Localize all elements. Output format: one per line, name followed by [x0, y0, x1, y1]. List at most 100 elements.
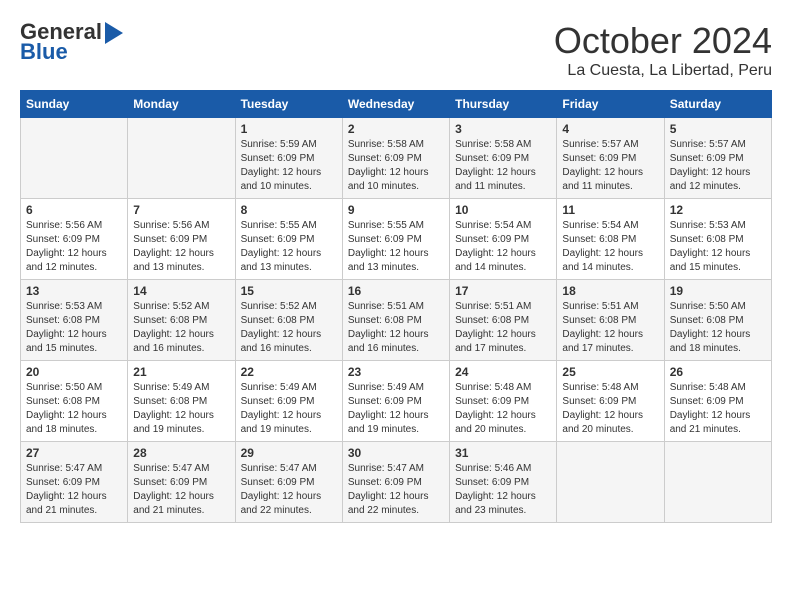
calendar-cell: 4 Sunrise: 5:57 AMSunset: 6:09 PMDaylight…	[557, 118, 664, 199]
calendar-cell: 1 Sunrise: 5:59 AMSunset: 6:09 PMDaylight…	[235, 118, 342, 199]
calendar-cell: 30Sunrise: 5:47 AMSunset: 6:09 PMDayligh…	[342, 442, 449, 523]
calendar-cell: 3 Sunrise: 5:58 AMSunset: 6:09 PMDaylight…	[450, 118, 557, 199]
day-info: Sunrise: 5:48 AMSunset: 6:09 PMDaylight:…	[562, 381, 658, 437]
day-number: 8	[241, 203, 337, 217]
calendar-week-4: 20Sunrise: 5:50 AMSunset: 6:08 PMDayligh…	[21, 361, 772, 442]
day-info: Sunrise: 5:59 AMSunset: 6:09 PMDaylight:…	[241, 138, 337, 194]
calendar-cell: 12 Sunrise: 5:53 AMSunset: 6:08 PMDayligh…	[664, 199, 771, 280]
header-monday: Monday	[128, 91, 235, 118]
calendar-cell: 11 Sunrise: 5:54 AMSunset: 6:08 PMDayligh…	[557, 199, 664, 280]
calendar-week-2: 6 Sunrise: 5:56 AMSunset: 6:09 PMDaylight…	[21, 199, 772, 280]
calendar-cell: 18Sunrise: 5:51 AMSunset: 6:08 PMDayligh…	[557, 280, 664, 361]
day-number: 11	[562, 203, 658, 217]
day-number: 24	[455, 365, 551, 379]
day-number: 6	[26, 203, 122, 217]
day-number: 4	[562, 122, 658, 136]
calendar-cell: 25Sunrise: 5:48 AMSunset: 6:09 PMDayligh…	[557, 361, 664, 442]
calendar-cell	[21, 118, 128, 199]
day-info: Sunrise: 5:53 AMSunset: 6:08 PMDaylight:…	[670, 219, 766, 275]
day-number: 18	[562, 284, 658, 298]
calendar-cell: 5 Sunrise: 5:57 AMSunset: 6:09 PMDaylight…	[664, 118, 771, 199]
day-info: Sunrise: 5:53 AMSunset: 6:08 PMDaylight:…	[26, 300, 122, 356]
day-info: Sunrise: 5:55 AMSunset: 6:09 PMDaylight:…	[241, 219, 337, 275]
day-info: Sunrise: 5:49 AMSunset: 6:08 PMDaylight:…	[133, 381, 229, 437]
calendar-cell: 29Sunrise: 5:47 AMSunset: 6:09 PMDayligh…	[235, 442, 342, 523]
day-info: Sunrise: 5:48 AMSunset: 6:09 PMDaylight:…	[455, 381, 551, 437]
calendar-cell: 10 Sunrise: 5:54 AMSunset: 6:09 PMDayligh…	[450, 199, 557, 280]
day-info: Sunrise: 5:51 AMSunset: 6:08 PMDaylight:…	[455, 300, 551, 356]
calendar-cell: 31 Sunrise: 5:46 AMSunset: 6:09 PMDayligh…	[450, 442, 557, 523]
calendar-cell: 28 Sunrise: 5:47 AMSunset: 6:09 PMDayligh…	[128, 442, 235, 523]
day-number: 28	[133, 446, 229, 460]
logo-arrow-icon	[105, 22, 123, 44]
calendar-cell: 6 Sunrise: 5:56 AMSunset: 6:09 PMDaylight…	[21, 199, 128, 280]
calendar-cell: 7 Sunrise: 5:56 AMSunset: 6:09 PMDaylight…	[128, 199, 235, 280]
day-info: Sunrise: 5:52 AMSunset: 6:08 PMDaylight:…	[241, 300, 337, 356]
calendar-cell: 24 Sunrise: 5:48 AMSunset: 6:09 PMDayligh…	[450, 361, 557, 442]
logo-text-blue: Blue	[20, 40, 68, 64]
day-info: Sunrise: 5:54 AMSunset: 6:08 PMDaylight:…	[562, 219, 658, 275]
day-number: 12	[670, 203, 766, 217]
day-info: Sunrise: 5:56 AMSunset: 6:09 PMDaylight:…	[133, 219, 229, 275]
calendar-cell: 15Sunrise: 5:52 AMSunset: 6:08 PMDayligh…	[235, 280, 342, 361]
calendar-cell: 13 Sunrise: 5:53 AMSunset: 6:08 PMDayligh…	[21, 280, 128, 361]
day-number: 19	[670, 284, 766, 298]
calendar-week-3: 13 Sunrise: 5:53 AMSunset: 6:08 PMDayligh…	[21, 280, 772, 361]
day-number: 14	[133, 284, 229, 298]
calendar-cell: 22 Sunrise: 5:49 AMSunset: 6:09 PMDayligh…	[235, 361, 342, 442]
calendar-cell: 26 Sunrise: 5:48 AMSunset: 6:09 PMDayligh…	[664, 361, 771, 442]
day-number: 22	[241, 365, 337, 379]
day-number: 5	[670, 122, 766, 136]
day-number: 17	[455, 284, 551, 298]
day-number: 9	[348, 203, 444, 217]
calendar-cell: 16Sunrise: 5:51 AMSunset: 6:08 PMDayligh…	[342, 280, 449, 361]
day-info: Sunrise: 5:54 AMSunset: 6:09 PMDaylight:…	[455, 219, 551, 275]
day-info: Sunrise: 5:48 AMSunset: 6:09 PMDaylight:…	[670, 381, 766, 437]
header-sunday: Sunday	[21, 91, 128, 118]
day-number: 23	[348, 365, 444, 379]
day-number: 2	[348, 122, 444, 136]
day-number: 7	[133, 203, 229, 217]
day-info: Sunrise: 5:58 AMSunset: 6:09 PMDaylight:…	[348, 138, 444, 194]
logo: General Blue	[20, 20, 123, 64]
calendar-cell: 2 Sunrise: 5:58 AMSunset: 6:09 PMDaylight…	[342, 118, 449, 199]
day-info: Sunrise: 5:57 AMSunset: 6:09 PMDaylight:…	[670, 138, 766, 194]
day-number: 26	[670, 365, 766, 379]
day-info: Sunrise: 5:50 AMSunset: 6:08 PMDaylight:…	[26, 381, 122, 437]
header-thursday: Thursday	[450, 91, 557, 118]
calendar-cell: 21Sunrise: 5:49 AMSunset: 6:08 PMDayligh…	[128, 361, 235, 442]
calendar-cell: 27Sunrise: 5:47 AMSunset: 6:09 PMDayligh…	[21, 442, 128, 523]
day-info: Sunrise: 5:56 AMSunset: 6:09 PMDaylight:…	[26, 219, 122, 275]
day-number: 30	[348, 446, 444, 460]
day-number: 10	[455, 203, 551, 217]
calendar-cell	[557, 442, 664, 523]
header-tuesday: Tuesday	[235, 91, 342, 118]
calendar-cell: 14 Sunrise: 5:52 AMSunset: 6:08 PMDayligh…	[128, 280, 235, 361]
calendar-cell: 23 Sunrise: 5:49 AMSunset: 6:09 PMDayligh…	[342, 361, 449, 442]
calendar-cell: 17 Sunrise: 5:51 AMSunset: 6:08 PMDayligh…	[450, 280, 557, 361]
day-info: Sunrise: 5:46 AMSunset: 6:09 PMDaylight:…	[455, 462, 551, 518]
header-wednesday: Wednesday	[342, 91, 449, 118]
day-number: 13	[26, 284, 122, 298]
calendar-cell	[128, 118, 235, 199]
day-info: Sunrise: 5:58 AMSunset: 6:09 PMDaylight:…	[455, 138, 551, 194]
header-saturday: Saturday	[664, 91, 771, 118]
day-info: Sunrise: 5:57 AMSunset: 6:09 PMDaylight:…	[562, 138, 658, 194]
day-info: Sunrise: 5:52 AMSunset: 6:08 PMDaylight:…	[133, 300, 229, 356]
day-number: 3	[455, 122, 551, 136]
day-info: Sunrise: 5:49 AMSunset: 6:09 PMDaylight:…	[241, 381, 337, 437]
calendar-cell: 9Sunrise: 5:55 AMSunset: 6:09 PMDaylight…	[342, 199, 449, 280]
day-info: Sunrise: 5:47 AMSunset: 6:09 PMDaylight:…	[133, 462, 229, 518]
calendar-cell: 20Sunrise: 5:50 AMSunset: 6:08 PMDayligh…	[21, 361, 128, 442]
day-info: Sunrise: 5:47 AMSunset: 6:09 PMDaylight:…	[241, 462, 337, 518]
day-number: 31	[455, 446, 551, 460]
page-header: General Blue October 2024 La Cuesta, La …	[20, 20, 772, 80]
calendar-header-row: SundayMondayTuesdayWednesdayThursdayFrid…	[21, 91, 772, 118]
calendar-table: SundayMondayTuesdayWednesdayThursdayFrid…	[20, 90, 772, 523]
header-friday: Friday	[557, 91, 664, 118]
calendar-cell: 8 Sunrise: 5:55 AMSunset: 6:09 PMDaylight…	[235, 199, 342, 280]
calendar-week-1: 1 Sunrise: 5:59 AMSunset: 6:09 PMDaylight…	[21, 118, 772, 199]
day-number: 16	[348, 284, 444, 298]
day-info: Sunrise: 5:49 AMSunset: 6:09 PMDaylight:…	[348, 381, 444, 437]
day-number: 1	[241, 122, 337, 136]
